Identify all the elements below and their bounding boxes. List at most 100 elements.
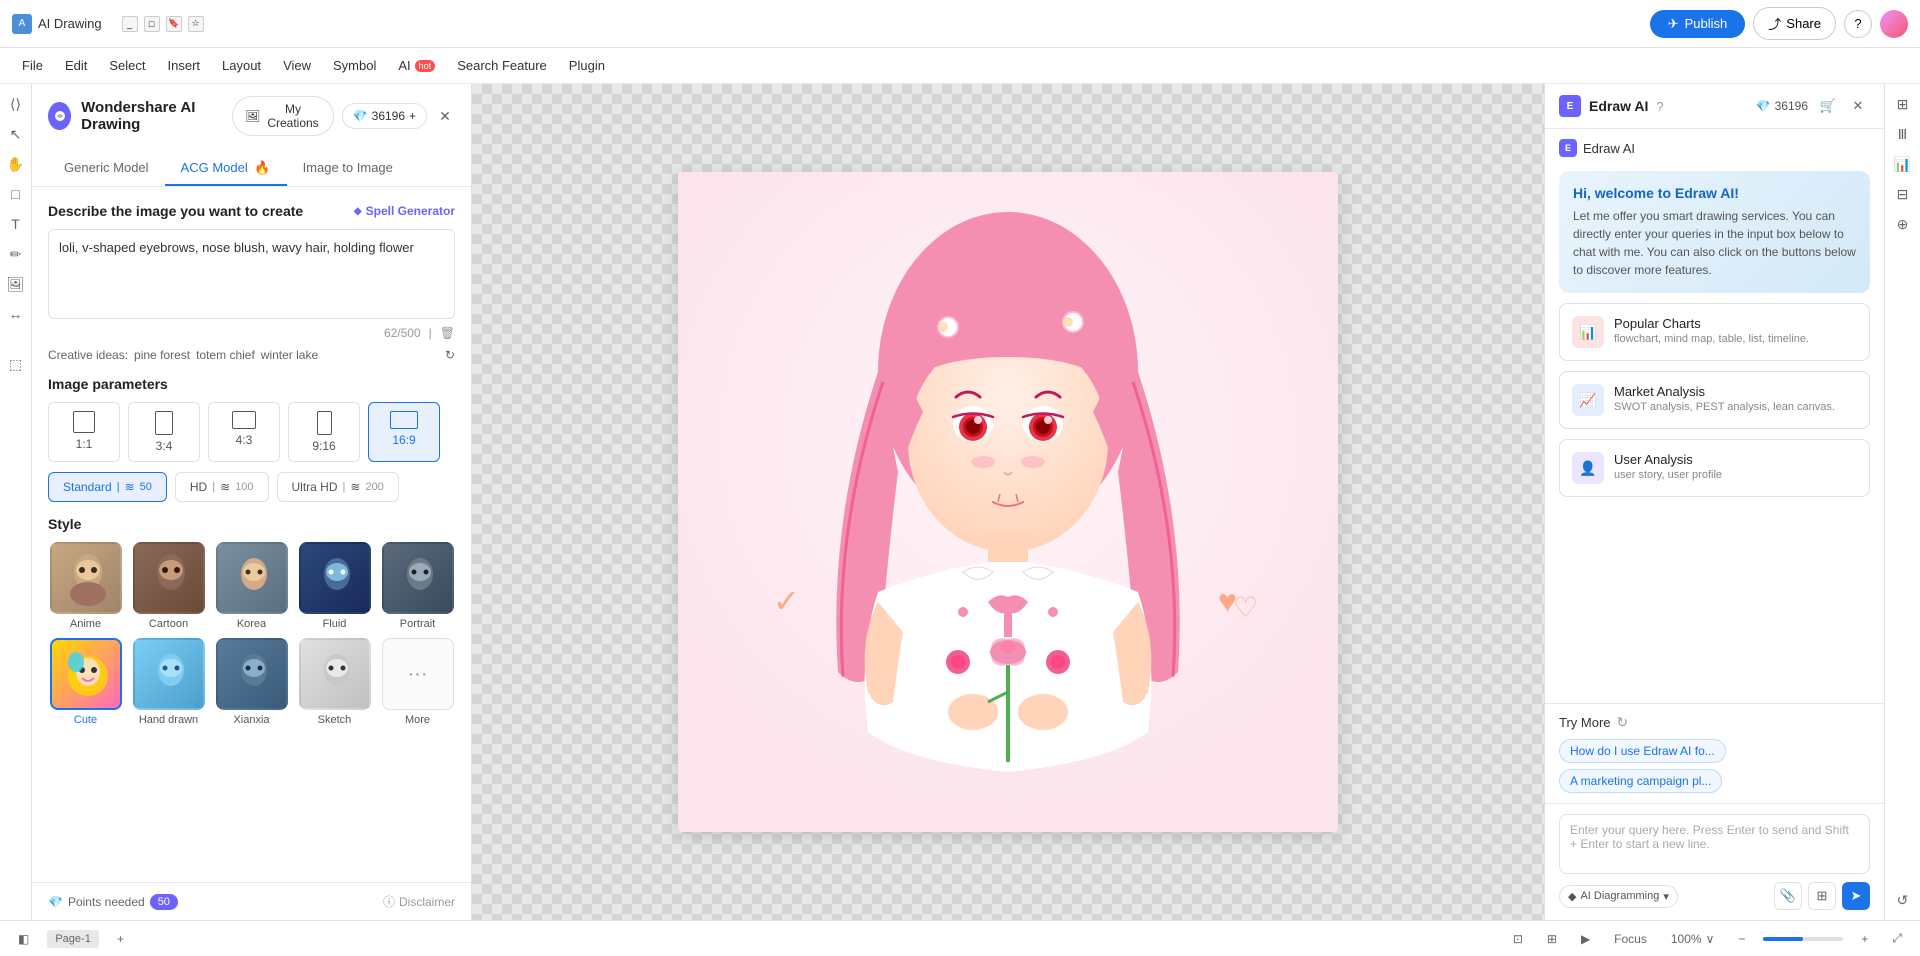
style-xianxia[interactable]: Xianxia <box>214 638 289 726</box>
disclaimer-button[interactable]: ⓘ Disclaimer <box>383 893 455 910</box>
menu-view[interactable]: View <box>273 54 321 77</box>
hand-icon[interactable]: ✋ <box>4 152 28 176</box>
try-more-refresh-icon[interactable]: ↻ <box>1617 714 1629 731</box>
feature-user-analysis[interactable]: 👤 User Analysis user story, user profile <box>1559 439 1870 497</box>
page-settings-icon[interactable]: ⊞ <box>1891 92 1915 116</box>
canvas-area[interactable]: ♥ ✓ ♡ <box>472 84 1544 920</box>
user-analysis-name: User Analysis <box>1614 452 1857 467</box>
sidebar-toggle-status[interactable]: ◧ <box>12 929 35 949</box>
zoom-out-button[interactable]: − <box>1732 929 1751 949</box>
zoom-dropdown-icon: ∨ <box>1706 932 1715 946</box>
quality-standard[interactable]: Standard | ≋ 50 <box>48 472 167 502</box>
help-icon-rp[interactable]: ? <box>1656 99 1663 114</box>
user-avatar[interactable] <box>1880 10 1908 38</box>
share-button[interactable]: ⤴ Share <box>1753 7 1836 40</box>
chat-input-placeholder[interactable]: Enter your query here. Press Enter to se… <box>1559 814 1870 874</box>
refresh-ideas-button[interactable]: ↻ <box>445 348 455 362</box>
table-icon[interactable]: ⊟ <box>1891 182 1915 206</box>
clear-prompt-button[interactable]: 🗑 <box>440 326 455 340</box>
idea-pine-forest[interactable]: pine forest <box>134 348 190 362</box>
close-rp-icon[interactable]: ✕ <box>1846 94 1870 118</box>
ratio-3-4[interactable]: 3:4 <box>128 402 200 462</box>
play-icon[interactable]: ▶ <box>1575 929 1596 949</box>
chart-icon[interactable]: 📊 <box>1891 152 1915 176</box>
try-chip-1[interactable]: How do I use Edraw AI fo... <box>1559 739 1726 763</box>
try-more-header: Try More ↻ <box>1559 714 1870 731</box>
chat-send-button[interactable]: ➤ <box>1842 882 1870 910</box>
zoom-slider[interactable] <box>1763 937 1843 941</box>
quality-ultra-hd[interactable]: Ultra HD | ≋ 200 <box>277 472 399 502</box>
add-page-button[interactable]: + <box>111 929 130 949</box>
style-anime[interactable]: Anime <box>48 542 123 630</box>
eraser-icon[interactable]: ⬚ <box>4 352 28 376</box>
zoom-level[interactable]: 100% ∨ <box>1665 929 1721 949</box>
style-cartoon[interactable]: Cartoon <box>131 542 206 630</box>
help-button[interactable]: ? <box>1844 10 1872 38</box>
my-creations-button[interactable]: 🖼 My Creations <box>232 96 334 136</box>
my-creations-label: My Creations <box>265 102 320 130</box>
style-hand-drawn-label: Hand drawn <box>139 714 198 726</box>
disclaimer-label: Disclaimer <box>399 895 455 909</box>
try-chip-2[interactable]: A marketing campaign pl... <box>1559 769 1722 793</box>
idea-winter-lake[interactable]: winter lake <box>261 348 318 362</box>
credits-button[interactable]: 💎 36196 + <box>342 103 427 129</box>
connector-icon[interactable]: ↔ <box>4 302 28 326</box>
menu-symbol[interactable]: Symbol <box>323 54 386 77</box>
style-fluid[interactable]: Fluid <box>297 542 372 630</box>
star-btn[interactable]: ☆ <box>188 16 204 32</box>
feature-popular-charts[interactable]: 📊 Popular Charts flowchart, mind map, ta… <box>1559 303 1870 361</box>
menu-file[interactable]: File <box>12 54 53 77</box>
try-more-section: Try More ↻ How do I use Edraw AI fo... A… <box>1545 703 1884 803</box>
publish-button[interactable]: ✈ Publish <box>1650 10 1746 38</box>
prompt-textarea[interactable] <box>48 229 455 319</box>
market-analysis-icon: 📈 <box>1572 384 1604 416</box>
style-cute[interactable]: Cute <box>48 638 123 726</box>
tab-generic-model[interactable]: Generic Model <box>48 152 165 186</box>
zoom-fit-icon[interactable]: ⊞ <box>1541 929 1563 949</box>
history-icon[interactable]: ↺ <box>1891 888 1915 912</box>
bookmark-btn[interactable]: 🔖 <box>166 16 182 32</box>
close-panel-button[interactable]: ✕ <box>435 104 455 128</box>
fullscreen-button[interactable]: ⤢ <box>1886 928 1908 949</box>
chat-attachment-button[interactable]: 📎 <box>1774 882 1802 910</box>
shape-icon[interactable]: □ <box>4 182 28 206</box>
style-portrait[interactable]: Portrait <box>380 542 455 630</box>
cursor-icon[interactable]: ↖ <box>4 122 28 146</box>
menu-plugin[interactable]: Plugin <box>559 54 615 77</box>
ratio-9-16[interactable]: 9:16 <box>288 402 360 462</box>
ratio-4-3[interactable]: 4:3 <box>208 402 280 462</box>
restore-btn[interactable]: □ <box>144 16 160 32</box>
ratio-1-1[interactable]: 1:1 <box>48 402 120 462</box>
style-korea[interactable]: Korea <box>214 542 289 630</box>
idea-totem-chief[interactable]: totem chief <box>196 348 255 362</box>
tab-img2img[interactable]: Image to Image <box>287 152 409 186</box>
ai-diagramming-button[interactable]: ◆ AI Diagramming ▾ <box>1559 885 1678 908</box>
more-styles-button[interactable]: ··· More <box>380 638 455 726</box>
layers-icon[interactable]: ⊕ <box>1891 212 1915 236</box>
chat-expand-button[interactable]: ⊞ <box>1808 882 1836 910</box>
ratio-16-9[interactable]: 16:9 <box>368 402 440 462</box>
menu-select[interactable]: Select <box>99 54 155 77</box>
fit-page-icon[interactable]: ⊡ <box>1507 929 1529 949</box>
style-hand-drawn[interactable]: Hand drawn <box>131 638 206 726</box>
zoom-in-button[interactable]: + <box>1855 929 1874 949</box>
pen-icon[interactable]: ✏ <box>4 242 28 266</box>
feature-market-analysis[interactable]: 📈 Market Analysis SWOT analysis, PEST an… <box>1559 371 1870 429</box>
format-icon[interactable]: Ⅲ <box>1891 122 1915 146</box>
menu-insert[interactable]: Insert <box>158 54 211 77</box>
menu-edit[interactable]: Edit <box>55 54 97 77</box>
sidebar-toggle-icon[interactable]: ⟨⟩ <box>4 92 28 116</box>
text-icon[interactable]: T <box>4 212 28 236</box>
spell-generator-button[interactable]: Spell Generator <box>354 204 455 218</box>
quality-hd[interactable]: HD | ≋ 100 <box>175 472 269 502</box>
main-content: ⟨⟩ ↖ ✋ □ T ✏ 🖼 ↔ ⬚ Wondershare AI Drawin… <box>0 84 1920 920</box>
cart-icon[interactable]: 🛒 <box>1816 94 1840 118</box>
image-icon[interactable]: 🖼 <box>4 272 28 296</box>
menu-search-feature[interactable]: Search Feature <box>447 54 557 77</box>
minimize-btn[interactable]: _ <box>122 16 138 32</box>
menu-layout[interactable]: Layout <box>212 54 271 77</box>
menu-ai[interactable]: AI hot <box>388 54 445 77</box>
style-sketch[interactable]: Sketch <box>297 638 372 726</box>
focus-button[interactable]: Focus <box>1608 929 1653 949</box>
tab-acg-model[interactable]: ACG Model 🔥 <box>165 152 287 186</box>
